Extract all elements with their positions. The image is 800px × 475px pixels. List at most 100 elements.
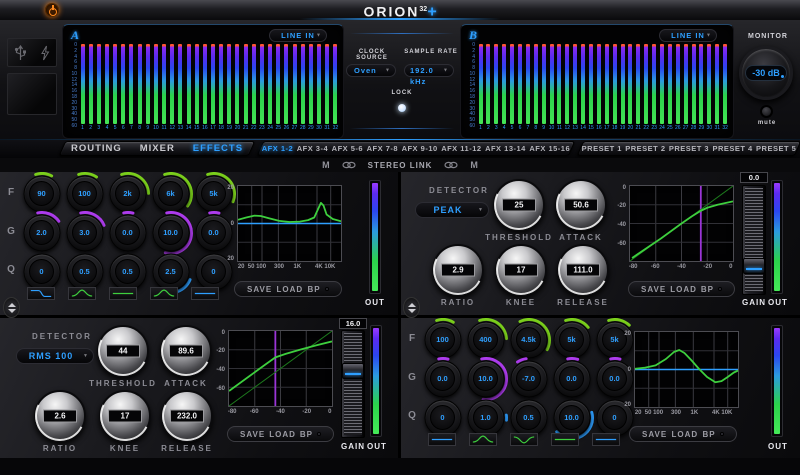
eq-band-3-filter-shape-icon[interactable] bbox=[510, 433, 538, 446]
load-button[interactable]: LOAD bbox=[672, 430, 699, 439]
eq-band-4-f-knob[interactable]: 5k bbox=[550, 318, 593, 359]
input-source-select-a[interactable]: LINE IN bbox=[269, 29, 327, 42]
attack-knob[interactable]: 89.6 bbox=[160, 325, 212, 377]
fader-handle[interactable] bbox=[342, 363, 364, 379]
eq-band-2-filter-shape-icon[interactable] bbox=[68, 287, 96, 300]
graph-y-ax is: 20 0 20 bbox=[619, 331, 632, 408]
tab-afx-9-10[interactable]: AFX 9-10 bbox=[402, 144, 438, 153]
mute-button[interactable] bbox=[760, 105, 773, 118]
threshold-knob[interactable]: 25 bbox=[493, 179, 545, 231]
eq-band-2-filter-shape-icon[interactable] bbox=[469, 433, 497, 446]
tab-routing[interactable]: ROUTING bbox=[71, 143, 122, 154]
eq-band-1-filter-shape-icon[interactable] bbox=[428, 433, 456, 446]
knee-knob[interactable]: 17 bbox=[99, 390, 151, 442]
eq-band-3-f-knob[interactable]: 4.5k bbox=[507, 318, 551, 359]
knob-body: 0.5 bbox=[109, 253, 146, 290]
eq-band-4-f-knob[interactable]: 6k bbox=[149, 172, 193, 213]
eq-band-3-g-knob[interactable]: 0.0 bbox=[106, 210, 149, 252]
bypass-button[interactable]: BP bbox=[300, 430, 313, 439]
eq-band-2-g-knob[interactable]: 3.0 bbox=[63, 210, 106, 252]
eq-band-2-f-knob[interactable]: 100 bbox=[63, 172, 106, 213]
eq-band-1-g-knob[interactable]: 2.0 bbox=[20, 210, 63, 252]
load-button[interactable]: LOAD bbox=[269, 430, 296, 439]
monitor-volume-knob[interactable]: -30 dB bbox=[739, 46, 793, 100]
eq-band-1-f-knob[interactable]: 90 bbox=[20, 172, 63, 213]
eq-band-1-f-knob[interactable]: 100 bbox=[421, 318, 464, 359]
save-button[interactable]: SAVE bbox=[247, 285, 272, 294]
tab-afx-11-12[interactable]: AFX 11-12 bbox=[441, 144, 481, 153]
eq-band-4-filter-shape-icon[interactable] bbox=[551, 433, 579, 446]
eq-band-5-filter-shape-icon[interactable] bbox=[191, 287, 219, 300]
link-icon[interactable] bbox=[342, 161, 356, 169]
knob-value: 0 bbox=[39, 267, 44, 276]
eq-band-1-q-knob[interactable]: 0 bbox=[20, 252, 63, 291]
eq-band-3-g-knob[interactable]: -7.0 bbox=[507, 356, 550, 398]
meter-bar bbox=[276, 44, 281, 124]
eq-band-1-q-knob[interactable]: 0 bbox=[421, 398, 464, 437]
attack-knob[interactable]: 50.6 bbox=[555, 179, 607, 231]
eq-band-3-q-knob[interactable]: 0.5 bbox=[507, 398, 550, 437]
mute-right-button[interactable]: M bbox=[470, 160, 478, 170]
eq-band-2-g-knob[interactable]: 10.0 bbox=[464, 356, 508, 401]
panel-collapse-left[interactable] bbox=[3, 297, 20, 318]
bypass-button[interactable]: BP bbox=[703, 430, 716, 439]
release-knob[interactable]: 232.0 bbox=[161, 390, 213, 442]
link-icon[interactable] bbox=[444, 161, 458, 169]
detector-select[interactable]: PEAK bbox=[415, 202, 489, 218]
load-button[interactable]: LOAD bbox=[670, 285, 697, 294]
eq-band-4-q-knob[interactable]: 10.0 bbox=[550, 398, 594, 440]
tab-afx-3-4[interactable]: AFX 3-4 bbox=[297, 144, 328, 153]
input-source-select-b[interactable]: LINE IN bbox=[659, 29, 717, 42]
tab-afx-5-6[interactable]: AFX 5-6 bbox=[332, 144, 363, 153]
tab-preset-2[interactable]: PRESET 2 bbox=[625, 144, 665, 153]
eq-band-1-filter-shape-icon[interactable] bbox=[27, 287, 55, 300]
mute-left-button[interactable]: M bbox=[322, 160, 330, 170]
tab-afx-13-14[interactable]: AFX 13-14 bbox=[485, 144, 526, 153]
tab-preset-5[interactable]: PRESET 5 bbox=[756, 144, 796, 153]
eq-band-3-q-knob[interactable]: 0.5 bbox=[106, 252, 149, 291]
eq-band-3-filter-shape-icon[interactable] bbox=[109, 287, 137, 300]
ratio-knob[interactable]: 2.6 bbox=[34, 390, 86, 442]
gain-fader[interactable] bbox=[742, 185, 766, 295]
eq-graph-2: 20 0 20 20 50 100 300 1K 4K 10K bbox=[624, 331, 739, 419]
eq-band-2-f-knob[interactable]: 400 bbox=[464, 318, 508, 359]
eq-band-1-g-knob[interactable]: 0.0 bbox=[421, 356, 464, 398]
eq-band-4-g-knob[interactable]: 10.0 bbox=[149, 210, 193, 255]
clock-source-select[interactable]: Oven bbox=[346, 64, 396, 77]
graph-x-axis: 20 50 100 300 1K 4K 10K bbox=[237, 264, 342, 272]
eq-band-2-q-knob[interactable]: 0.5 bbox=[63, 252, 106, 291]
eq-band-4-q-knob[interactable]: 2.5 bbox=[149, 252, 192, 294]
eq-band-3-f-knob[interactable]: 2k bbox=[106, 172, 150, 213]
meter-a-scale: 0 2 4 6 8 10 12 14 16 18 20 30 40 50 60 bbox=[65, 43, 78, 129]
panel-collapse-right[interactable] bbox=[403, 297, 420, 318]
release-knob[interactable]: 111.0 bbox=[557, 244, 609, 296]
eq-band-4-g-knob[interactable]: 0.0 bbox=[550, 356, 593, 398]
knee-knob[interactable]: 17 bbox=[495, 244, 547, 296]
tab-effects[interactable]: EFFECTS bbox=[193, 143, 243, 154]
channel-number: 31 bbox=[324, 125, 330, 131]
tab-preset-4[interactable]: PRESET 4 bbox=[712, 144, 752, 153]
eq-band-2-q-knob[interactable]: 1.0 bbox=[464, 398, 508, 437]
sample-rate-select[interactable]: 192.0 kHz bbox=[404, 64, 454, 86]
load-button[interactable]: LOAD bbox=[277, 285, 304, 294]
bypass-button[interactable]: BP bbox=[701, 285, 714, 294]
tab-afx-15-16[interactable]: AFX 15-16 bbox=[529, 144, 570, 153]
meter-b-bars: 1 2 3 4 5 6 7 8 9 10 11 12 13 14 15 16 17 18 19 20 21 22 23 24 2… bbox=[478, 44, 728, 136]
eq-band-4-filter-shape-icon[interactable] bbox=[150, 287, 178, 300]
tab-afx-1-2[interactable]: AFX 1-2 bbox=[262, 144, 293, 153]
save-button[interactable]: SAVE bbox=[642, 430, 667, 439]
save-button[interactable]: SAVE bbox=[240, 430, 265, 439]
save-button[interactable]: SAVE bbox=[641, 285, 666, 294]
threshold-knob[interactable]: 44 bbox=[97, 325, 149, 377]
eq-band-5-filter-shape-icon[interactable] bbox=[592, 433, 620, 446]
gain-fader[interactable] bbox=[341, 330, 365, 438]
detector-select[interactable]: RMS 100 bbox=[16, 348, 94, 364]
tab-preset-3[interactable]: PRESET 3 bbox=[669, 144, 709, 153]
bypass-button[interactable]: BP bbox=[308, 285, 321, 294]
tab-afx-7-8[interactable]: AFX 7-8 bbox=[367, 144, 398, 153]
fader-handle[interactable] bbox=[743, 258, 765, 274]
tab-mixer[interactable]: MIXER bbox=[140, 143, 175, 154]
knob-value: 2k bbox=[123, 189, 132, 198]
tab-preset-1[interactable]: PRESET 1 bbox=[582, 144, 622, 153]
ratio-knob[interactable]: 2.9 bbox=[432, 244, 484, 296]
